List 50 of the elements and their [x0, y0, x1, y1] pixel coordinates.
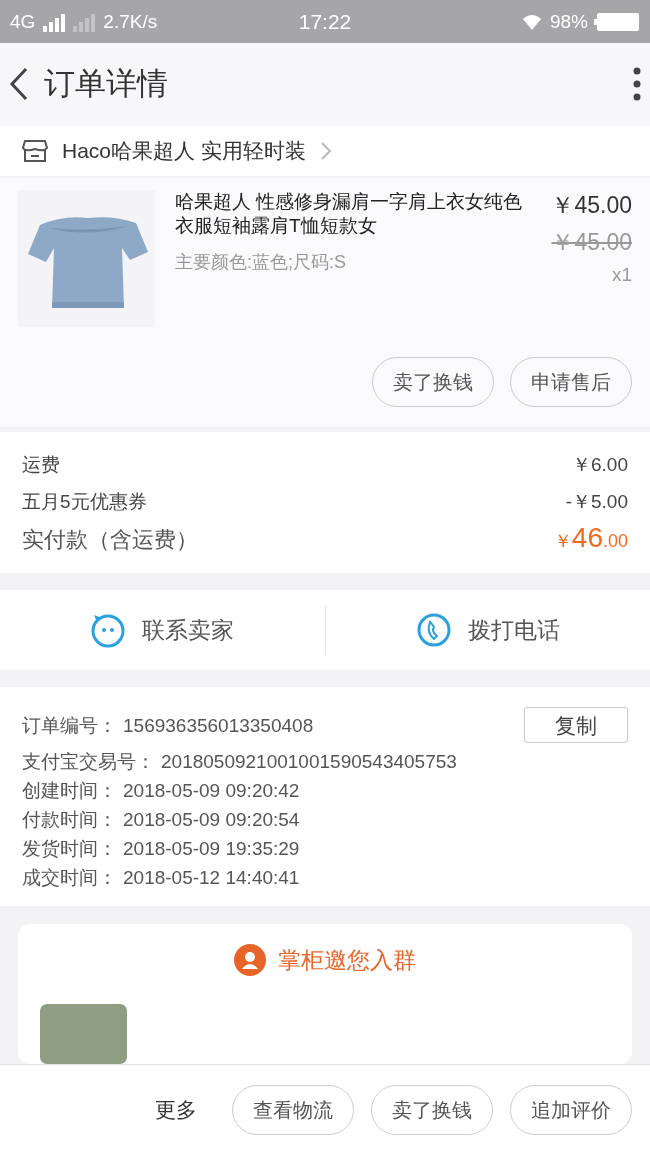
battery-level: 98%: [549, 10, 588, 33]
action-button[interactable]: 卖了换钱: [371, 1085, 493, 1135]
info-label: 成交时间：: [22, 866, 117, 890]
copy-button[interactable]: 复制: [524, 707, 628, 743]
shop-row[interactable]: Haco哈果超人 实用轻时装: [0, 125, 650, 177]
info-value: 156936356013350408: [123, 714, 314, 736]
action-button[interactable]: 卖了换钱: [372, 357, 494, 408]
total-amount: ￥46.00: [553, 522, 628, 555]
contact-button[interactable]: 联系卖家: [0, 611, 325, 650]
more-link[interactable]: 更多: [155, 1096, 197, 1124]
info-value: 2018-05-12 14:40:41: [123, 867, 300, 888]
fee-label: 运费: [22, 453, 60, 478]
info-label: 支付宝交易号：: [22, 750, 155, 774]
info-label: 付款时间：: [22, 808, 117, 832]
group-icon: [234, 944, 266, 976]
page-title: 订单详情: [44, 65, 169, 104]
network-speed: 2.7K/s: [103, 10, 158, 33]
fee-value: -￥5.00: [565, 490, 628, 515]
fee-label: 五月5元优惠券: [22, 490, 147, 515]
product-sku: 主要颜色:蓝色;尺码:S: [175, 251, 347, 275]
signal-icon: [43, 11, 66, 32]
store-icon: [22, 138, 48, 163]
contact-button[interactable]: 拨打电话: [325, 611, 650, 650]
info-value: 2018-05-09 09:20:42: [123, 780, 300, 801]
product-quantity: x1: [610, 264, 632, 287]
chevron-right-icon: [319, 140, 332, 161]
action-button[interactable]: 申请售后: [510, 357, 632, 408]
info-label: 创建时间：: [22, 779, 117, 803]
info-label: 订单编号：: [22, 713, 117, 738]
back-icon[interactable]: [8, 66, 30, 103]
network-label: 4G: [10, 10, 36, 33]
info-value: 2018-05-09 09:20:54: [123, 809, 300, 830]
chat-face-icon: [90, 612, 127, 649]
group-invite-title: 掌柜邀您入群: [278, 945, 416, 975]
product-title: 哈果超人 性感修身漏肩一字肩上衣女纯色衣服短袖露肩T恤短款女: [175, 190, 524, 239]
phone-icon: [415, 612, 452, 649]
action-button[interactable]: 查看物流: [232, 1085, 354, 1135]
action-button[interactable]: 追加评价: [510, 1085, 632, 1135]
more-options-icon[interactable]: [632, 66, 642, 103]
total-label: 实付款（含运费）: [22, 526, 198, 555]
product-price: ￥45.00: [551, 191, 632, 221]
shop-name: Haco哈果超人 实用轻时装: [62, 137, 306, 164]
fee-value: ￥6.00: [572, 453, 628, 478]
info-value: 2018-05-09 19:35:29: [123, 838, 300, 859]
info-value: 2018050921001001590543405753: [161, 751, 457, 772]
clock: 17:22: [298, 9, 352, 34]
signal-icon: [73, 11, 96, 32]
info-label: 发货时间：: [22, 837, 117, 861]
original-price: ￥45.00: [551, 228, 632, 258]
battery-icon: [594, 11, 640, 32]
